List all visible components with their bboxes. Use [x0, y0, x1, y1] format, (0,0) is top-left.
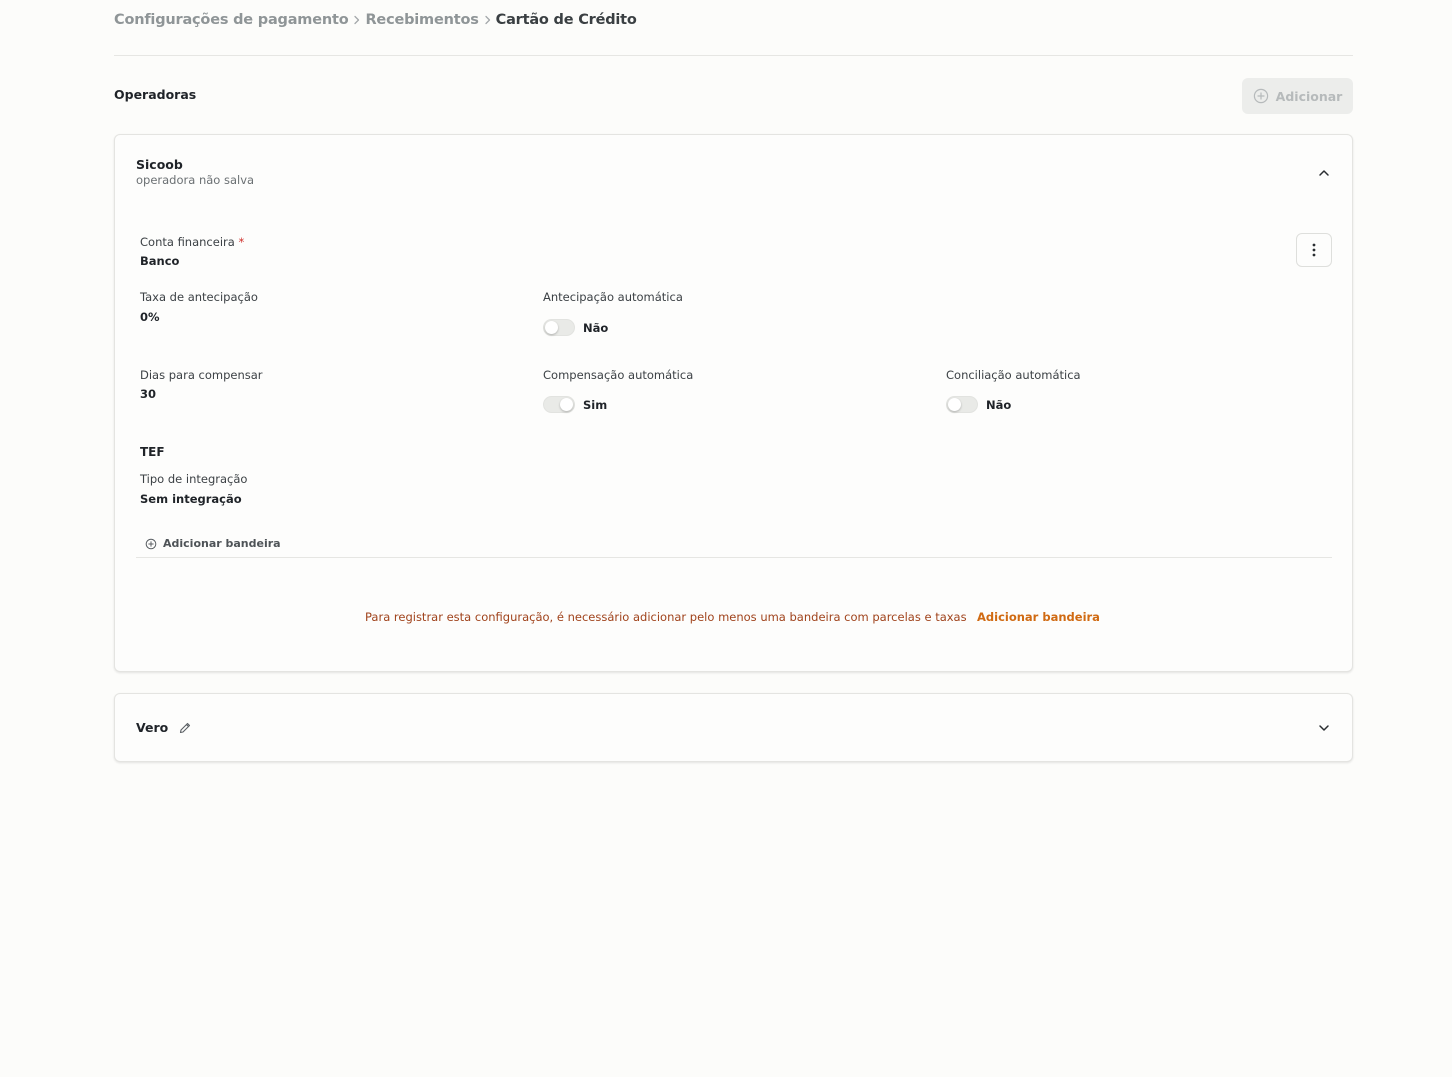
breadcrumb: Configurações de pagamento Recebimentos …: [114, 12, 637, 28]
auto-reconcile-label: Conciliação automática: [946, 368, 1081, 382]
integration-type-value: Sem integração: [140, 492, 242, 506]
chevron-right-icon: [352, 15, 361, 25]
warning-message: Para registrar esta configuração, é nece…: [365, 610, 967, 624]
integration-type-label: Tipo de integração: [140, 472, 248, 486]
financial-account-value: Banco: [140, 254, 180, 268]
plus-circle-icon: [1253, 88, 1268, 104]
auto-reconcile-value: Não: [986, 397, 1012, 412]
auto-clear-value: Sim: [583, 397, 608, 412]
toggle-knob: [545, 321, 558, 334]
add-flag-label: Adicionar bandeira: [163, 537, 281, 550]
add-flag-link[interactable]: Adicionar bandeira: [145, 537, 281, 550]
tef-title: TEF: [140, 445, 165, 459]
breadcrumb-current: Cartão de Crédito: [495, 12, 637, 28]
financial-account-label: Conta financeira *: [140, 235, 244, 249]
auto-reconcile-toggle[interactable]: [946, 396, 978, 413]
advance-fee-label: Taxa de antecipação: [140, 290, 258, 304]
auto-advance-toggle-row: Não: [543, 319, 608, 336]
more-options-button[interactable]: [1296, 233, 1332, 267]
auto-clear-label: Compensação automática: [543, 368, 694, 382]
financial-account-label-text: Conta financeira: [140, 235, 235, 249]
required-mark: *: [238, 235, 245, 249]
pencil-icon[interactable]: [178, 721, 192, 735]
page: Configurações de pagamento Recebimentos …: [0, 0, 1452, 1077]
kebab-menu-icon: [1312, 243, 1316, 257]
plus-circle-icon: [145, 538, 157, 549]
chevron-down-icon[interactable]: [1317, 721, 1331, 735]
operator-card-vero[interactable]: Vero: [114, 693, 1353, 762]
toggle-knob: [948, 398, 961, 411]
header-divider: [114, 55, 1353, 56]
operator-name: Sicoob: [136, 157, 183, 172]
add-operator-button[interactable]: Adicionar: [1242, 78, 1353, 114]
operator-card-sicoob: Sicoob operadora não salva Conta finance…: [114, 134, 1353, 672]
breadcrumb-item-receipts[interactable]: Recebimentos: [365, 12, 478, 28]
days-to-clear-label: Dias para compensar: [140, 368, 263, 382]
operator-status: operadora não salva: [136, 173, 255, 187]
auto-clear-toggle-row: Sim: [543, 396, 607, 413]
toggle-knob: [560, 398, 573, 411]
add-operator-label: Adicionar: [1275, 88, 1343, 104]
operator-name: Vero: [136, 720, 169, 735]
auto-advance-toggle[interactable]: [543, 319, 575, 336]
card-divider: [136, 557, 1332, 558]
breadcrumb-item-payment-settings[interactable]: Configurações de pagamento: [114, 12, 349, 28]
chevron-right-icon: [483, 15, 492, 25]
section-title: Operadoras: [114, 87, 197, 102]
days-to-clear-value: 30: [140, 387, 157, 401]
warning-add-flag-link[interactable]: Adicionar bandeira: [977, 610, 1100, 624]
advance-fee-value: 0%: [140, 310, 160, 324]
auto-advance-label: Antecipação automática: [543, 290, 683, 304]
auto-advance-value: Não: [583, 320, 609, 335]
auto-clear-toggle[interactable]: [543, 396, 575, 413]
auto-reconcile-toggle-row: Não: [946, 396, 1011, 413]
chevron-up-icon[interactable]: [1317, 166, 1331, 180]
